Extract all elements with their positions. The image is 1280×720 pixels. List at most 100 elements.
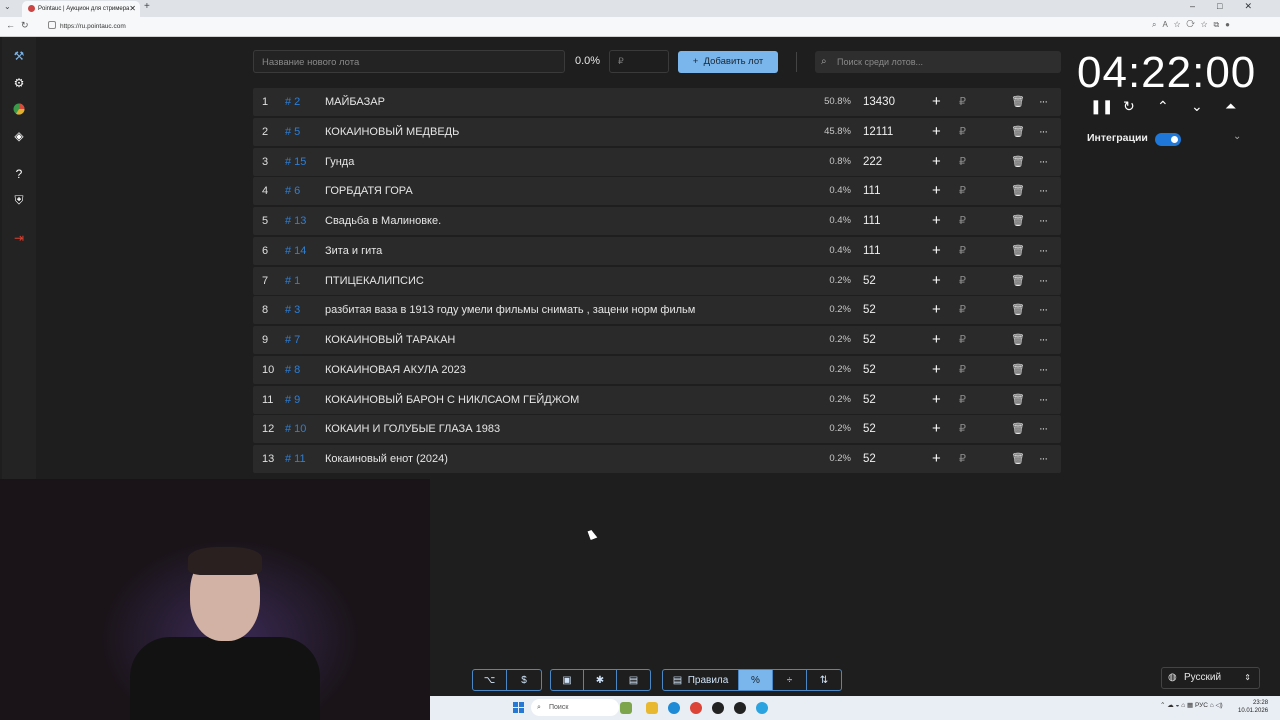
logout-icon[interactable]: ⇥: [12, 231, 26, 245]
lot-id-link[interactable]: # 9: [285, 386, 300, 414]
currency-icon[interactable]: ₽: [959, 445, 966, 473]
currency-icon[interactable]: ₽: [959, 177, 966, 205]
lot-row[interactable]: 3 # 15 Гунда 0.8% 222 + ₽ 🗑 ···: [253, 147, 1061, 176]
delete-icon[interactable]: 🗑: [1011, 237, 1025, 265]
lot-id-link[interactable]: # 2: [285, 88, 300, 116]
lot-id-link[interactable]: # 10: [285, 415, 306, 443]
lot-row[interactable]: 12 # 10 КОКАИН И ГОЛУБЫЕ ГЛАЗА 1983 0.2% 52 +…: [253, 415, 1061, 444]
add-amount-icon[interactable]: +: [932, 326, 941, 354]
lot-name[interactable]: МАЙБАЗАР: [325, 88, 385, 116]
more-icon[interactable]: ···: [1039, 237, 1048, 265]
add-amount-icon[interactable]: +: [932, 118, 941, 146]
taskbar-search[interactable]: ⌕ Поиск: [531, 699, 619, 716]
lot-amount[interactable]: 111: [863, 177, 880, 205]
more-icon[interactable]: ···: [1039, 445, 1048, 473]
lot-name[interactable]: разбитая ваза в 1913 году умели фильмы с…: [325, 296, 695, 324]
window-controls[interactable]: –□✕: [1190, 1, 1274, 12]
rules-button[interactable]: ▤ Правила: [663, 670, 739, 690]
subtract-time-icon[interactable]: ⌄: [1191, 98, 1203, 115]
nav-buttons[interactable]: ←↻: [6, 20, 35, 31]
lot-amount[interactable]: 52: [863, 267, 876, 295]
lot-name[interactable]: КОКАИН И ГОЛУБЫЕ ГЛАЗА 1983: [325, 415, 500, 443]
lot-row[interactable]: 10 # 8 КОКАИНОВАЯ АКУЛА 2023 0.2% 52 + ₽ 🗑 ···: [253, 355, 1061, 384]
folder-icon[interactable]: [646, 702, 658, 714]
help-icon[interactable]: ?: [12, 167, 26, 181]
more-icon[interactable]: ···: [1039, 415, 1048, 443]
add-time-icon[interactable]: ⌃: [1157, 98, 1169, 115]
currency-icon[interactable]: ₽: [959, 386, 966, 414]
more-icon[interactable]: ···: [1039, 356, 1048, 384]
currency-icon[interactable]: ₽: [959, 118, 966, 146]
delete-icon[interactable]: 🗑: [1011, 296, 1025, 324]
add-amount-icon[interactable]: +: [932, 177, 941, 205]
telegram-icon[interactable]: [756, 702, 768, 714]
layers-icon[interactable]: ◈: [12, 129, 26, 143]
lot-name[interactable]: Свадьба в Малиновке.: [325, 207, 441, 235]
add-amount-icon[interactable]: +: [932, 386, 941, 414]
more-icon[interactable]: ···: [1039, 88, 1048, 116]
lot-row[interactable]: 13 # 11 Кокаиновый енот (2024) 0.2% 52 + ₽ 🗑 ···: [253, 445, 1061, 473]
lot-id-link[interactable]: # 15: [285, 148, 306, 176]
new-tab-icon[interactable]: +: [144, 1, 150, 12]
double-up-icon[interactable]: ⏶: [1225, 98, 1236, 115]
add-amount-icon[interactable]: +: [932, 267, 941, 295]
more-icon[interactable]: ···: [1039, 177, 1048, 205]
lot-id-link[interactable]: # 11: [285, 445, 306, 473]
currency-icon[interactable]: ₽: [959, 296, 966, 324]
edge-icon[interactable]: [668, 702, 680, 714]
windows-start-icon[interactable]: [513, 702, 525, 714]
delete-icon[interactable]: 🗑: [1011, 326, 1025, 354]
more-icon[interactable]: ···: [1039, 326, 1048, 354]
more-icon[interactable]: ···: [1039, 207, 1048, 235]
lot-name[interactable]: КОКАИНОВЫЙ БАРОН С НИКЛСАОМ ГЕЙДЖОМ: [325, 386, 579, 414]
percent-toggle[interactable]: %: [739, 670, 773, 690]
lot-name[interactable]: Гунда: [325, 148, 354, 176]
lot-amount[interactable]: 52: [863, 296, 876, 324]
add-amount-icon[interactable]: +: [932, 356, 941, 384]
lot-id-link[interactable]: # 3: [285, 296, 300, 324]
lot-row[interactable]: 9 # 7 КОКАИНОВЫЙ ТАРАКАН 0.2% 52 + ₽ 🗑 ···: [253, 326, 1061, 354]
system-tray[interactable]: ⌃ ☁ ◒ ⌂ ▦ РУС ⌂ ◁): [1160, 701, 1223, 709]
currency-icon[interactable]: ₽: [959, 88, 966, 116]
lot-row[interactable]: 11 # 9 КОКАИНОВЫЙ БАРОН С НИКЛСАОМ ГЕЙДЖОМ…: [253, 385, 1061, 414]
lot-id-link[interactable]: # 6: [285, 177, 300, 205]
reset-icon[interactable]: ↻: [1123, 98, 1135, 115]
language-select[interactable]: ◍ Русский ⇕: [1161, 667, 1260, 689]
shield-icon[interactable]: ⛨: [12, 193, 26, 207]
add-amount-icon[interactable]: +: [932, 296, 941, 324]
lot-row[interactable]: 8 # 3 разбитая ваза в 1913 году умели филь…: [253, 296, 1061, 325]
sort-icon[interactable]: ⇅: [807, 670, 841, 690]
delete-icon[interactable]: 🗑: [1011, 207, 1025, 235]
site-info-icon[interactable]: [48, 21, 56, 29]
lot-amount[interactable]: 111: [863, 207, 880, 235]
bug-icon[interactable]: ✱: [584, 670, 617, 690]
taskbar-clock[interactable]: 23:28 10.01.2026: [1238, 699, 1268, 715]
more-icon[interactable]: ···: [1039, 148, 1048, 176]
lot-id-link[interactable]: # 14: [285, 237, 306, 265]
lot-row[interactable]: 6 # 14 Зита и гита 0.4% 111 + ₽ 🗑 ···: [253, 236, 1061, 265]
add-amount-icon[interactable]: +: [932, 415, 941, 443]
chrome-icon[interactable]: [690, 702, 702, 714]
lot-search-input[interactable]: ⌕ Поиск среди лотов...: [815, 51, 1061, 73]
lot-row[interactable]: 2 # 5 КОКАИНОВЫЙ МЕДВЕДЬ 45.8% 12111 + ₽ 🗑 ···: [253, 117, 1061, 146]
currency-icon[interactable]: ₽: [959, 326, 966, 354]
add-amount-icon[interactable]: +: [932, 88, 941, 116]
obs-icon[interactable]: [712, 702, 724, 714]
lot-id-link[interactable]: # 13: [285, 207, 306, 235]
lot-name[interactable]: КОКАИНОВЫЙ ТАРАКАН: [325, 326, 455, 354]
lot-amount[interactable]: 52: [863, 445, 876, 473]
lot-name[interactable]: Кокаиновый енот (2024): [325, 445, 448, 473]
add-amount-icon[interactable]: +: [932, 445, 941, 473]
close-tab-icon[interactable]: ✕: [129, 2, 136, 16]
lot-amount[interactable]: 52: [863, 386, 876, 414]
new-lot-name-input[interactable]: Название нового лота: [253, 50, 565, 73]
add-amount-icon[interactable]: +: [932, 237, 941, 265]
settings-gear-icon[interactable]: ⚙: [12, 76, 26, 90]
new-lot-amount-input[interactable]: ₽: [609, 50, 669, 73]
chevron-down-icon[interactable]: ⌄: [1233, 131, 1241, 142]
lot-name[interactable]: КОКАИНОВЫЙ МЕДВЕДЬ: [325, 118, 459, 146]
lot-name[interactable]: КОКАИНОВАЯ АКУЛА 2023: [325, 356, 466, 384]
lot-id-link[interactable]: # 5: [285, 118, 300, 146]
divide-icon[interactable]: ÷: [773, 670, 807, 690]
more-icon[interactable]: ···: [1039, 267, 1048, 295]
